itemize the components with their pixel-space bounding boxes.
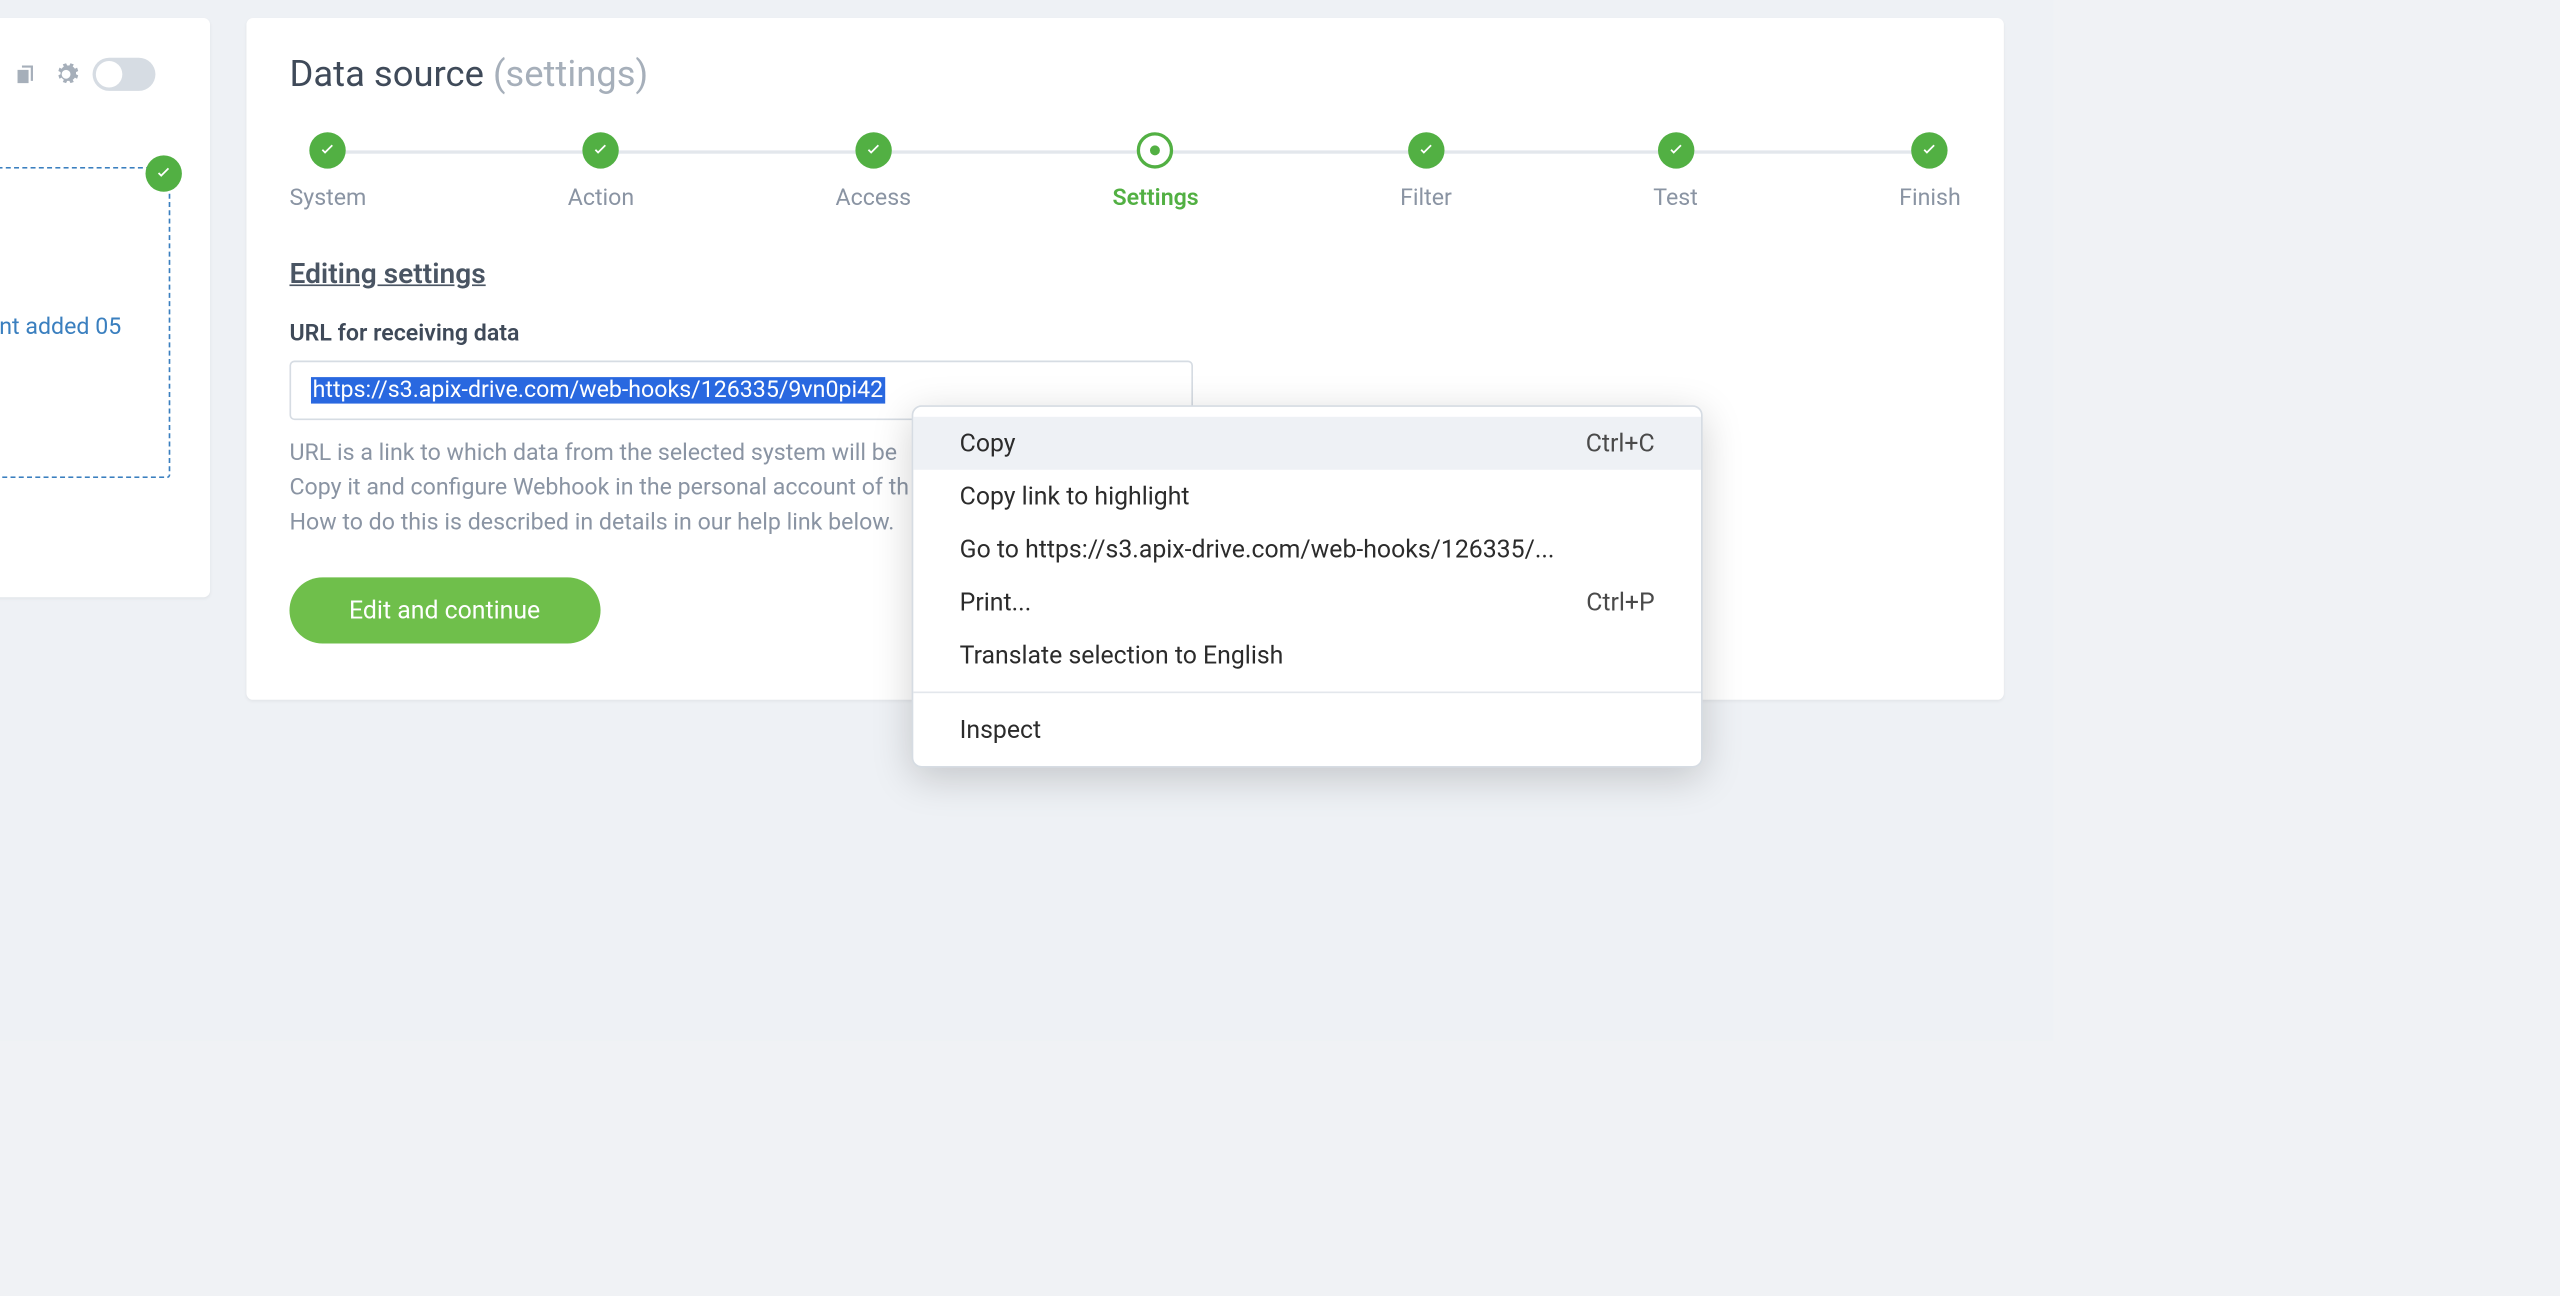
- connection-card: Connection (ID: 43811) PAPERFORM 1 DATA …: [0, 18, 210, 597]
- ctx-inspect[interactable]: Inspect: [913, 703, 1701, 756]
- step-action[interactable]: Action: [568, 132, 634, 211]
- copy-icon[interactable]: [13, 61, 39, 87]
- ctx-print[interactable]: Print...Ctrl+P: [913, 576, 1701, 629]
- ctx-goto[interactable]: Go to https://s3.apix-drive.com/web-hook…: [913, 523, 1701, 576]
- context-menu: CopyCtrl+C Copy link to highlight Go to …: [912, 405, 1703, 767]
- step-test[interactable]: Test: [1653, 132, 1698, 211]
- edit-continue-button[interactable]: Edit and continue: [289, 577, 599, 643]
- data-source-box[interactable]: 1 DATA SOURCE System Paperform Action Ge…: [0, 167, 170, 478]
- connection-name: PAPERFORM: [0, 117, 170, 143]
- wizard-steps: System Action Access Settings Filter Tes…: [289, 132, 1960, 211]
- right-title-sub: (settings): [493, 54, 648, 95]
- section-title: Editing settings: [289, 258, 1960, 291]
- check-badge: [146, 155, 182, 191]
- gear-icon[interactable]: [53, 61, 79, 87]
- ctx-copy-link[interactable]: Copy link to highlight: [913, 470, 1701, 523]
- step-finish[interactable]: Finish: [1899, 132, 1961, 211]
- url-value: https://s3.apix-drive.com/web-hooks/1263…: [311, 377, 885, 403]
- connection-toggle[interactable]: [92, 58, 155, 91]
- row-access-value[interactable]: Paperform (account added 05: [0, 314, 121, 340]
- step-access[interactable]: Access: [836, 132, 912, 211]
- step-system[interactable]: System: [289, 132, 366, 211]
- step-settings[interactable]: Settings: [1113, 132, 1199, 211]
- url-field-label: URL for receiving data: [289, 321, 1960, 347]
- step-filter[interactable]: Filter: [1400, 132, 1452, 211]
- ctx-translate[interactable]: Translate selection to English: [913, 629, 1701, 682]
- right-title: Data source: [289, 54, 483, 95]
- ctx-copy[interactable]: CopyCtrl+C: [913, 417, 1701, 470]
